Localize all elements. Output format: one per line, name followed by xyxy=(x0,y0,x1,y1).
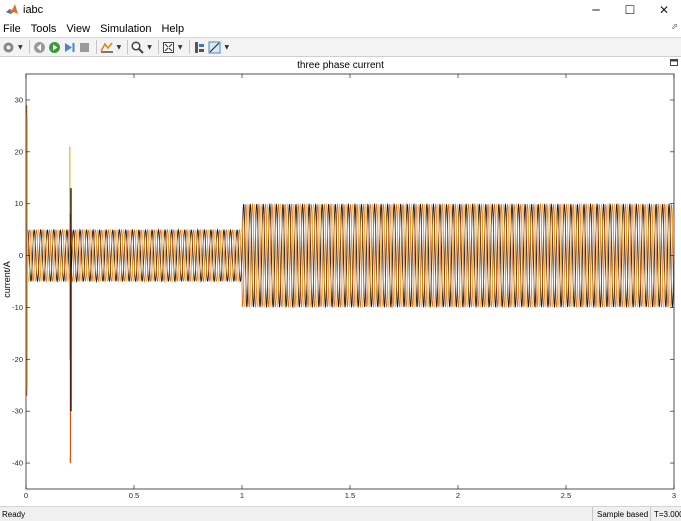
x-tick-label: 0.5 xyxy=(129,491,139,500)
settings-icon xyxy=(3,42,14,52)
sample-mode-label: Sample based xyxy=(592,507,648,521)
x-tick-label: 3 xyxy=(672,491,676,500)
menu-tools[interactable]: Tools xyxy=(27,23,61,35)
y-tick-label: 20 xyxy=(15,147,23,156)
window-controls: ─ ☐ ✕ xyxy=(579,0,681,20)
menu-simulation[interactable]: Simulation xyxy=(96,23,155,35)
undock-icon[interactable] xyxy=(670,59,678,66)
close-button[interactable]: ✕ xyxy=(647,0,681,20)
step-back-icon xyxy=(33,41,45,53)
x-tick-label: 1 xyxy=(240,491,244,500)
window-title-bar: iabc ─ ☐ ✕ xyxy=(0,0,681,20)
pin-icon[interactable]: ⬀ xyxy=(671,22,678,31)
y-tick-label: -20 xyxy=(12,355,23,364)
zoom-dropdown-icon[interactable]: ▼ xyxy=(147,44,152,51)
y-tick-label: 30 xyxy=(15,95,23,104)
scope-display[interactable]: 0 0.5 1 1.5 2 2.5 3 30 20 10 0 -10 -20 -30 -40 current/… xyxy=(0,57,681,506)
menu-view[interactable]: View xyxy=(62,23,94,35)
highlight-icon xyxy=(99,42,113,53)
cursor-measure-icon xyxy=(194,41,204,53)
step-back-button[interactable] xyxy=(33,39,46,55)
status-text: Ready xyxy=(2,510,26,519)
run-icon xyxy=(48,41,60,53)
trigger-button[interactable] xyxy=(208,39,222,55)
menu-bar: File Tools View Simulation Help ⬀ xyxy=(0,20,681,37)
simulation-time-label: T=3.000 xyxy=(650,507,681,521)
menu-help[interactable]: Help xyxy=(157,23,188,35)
x-tick-label: 2.5 xyxy=(561,491,571,500)
zoom-icon xyxy=(131,40,144,54)
plot-title: three phase current xyxy=(297,60,384,71)
fit-view-dropdown-icon[interactable]: ▼ xyxy=(178,44,183,51)
settings-button[interactable] xyxy=(2,39,15,55)
fit-view-button[interactable] xyxy=(162,39,175,55)
highlight-dropdown-icon[interactable]: ▼ xyxy=(117,44,122,51)
x-tick-label: 1.5 xyxy=(345,491,355,500)
y-tick-label: -30 xyxy=(12,407,23,416)
three-phase-current-plot[interactable]: 0 0.5 1 1.5 2 2.5 3 30 20 10 0 -10 -20 -30 -40 current/… xyxy=(0,57,681,506)
toolbar-divider xyxy=(188,40,190,54)
menu-file[interactable]: File xyxy=(0,23,25,35)
axes-box xyxy=(25,73,675,490)
toolbar-divider xyxy=(157,40,159,54)
fit-view-icon xyxy=(162,41,174,53)
window-title: iabc xyxy=(23,4,44,16)
zoom-button[interactable] xyxy=(131,39,144,55)
toolbar-divider xyxy=(127,40,129,54)
y-tick-label: -10 xyxy=(12,303,23,312)
step-forward-icon xyxy=(64,42,75,52)
matlab-logo-icon xyxy=(6,4,18,14)
y-tick-label: -40 xyxy=(12,459,23,468)
y-tick-label: 0 xyxy=(19,251,23,260)
trigger-dropdown-icon[interactable]: ▼ xyxy=(225,44,230,51)
toolbar-divider xyxy=(28,40,30,54)
status-bar: Ready Sample based T=3.000 xyxy=(0,506,681,521)
toolbar: ▼ ▼ ▼ ▼ ▼ xyxy=(0,37,681,57)
y-axis-label: current/A xyxy=(2,261,12,298)
x-tick-label: 0 xyxy=(24,491,28,500)
step-forward-button[interactable] xyxy=(63,39,76,55)
stop-button[interactable] xyxy=(78,39,91,55)
toolbar-divider xyxy=(95,40,97,54)
stop-icon xyxy=(79,42,89,52)
maximize-button[interactable]: ☐ xyxy=(613,0,647,20)
trigger-icon xyxy=(208,41,220,53)
cursor-measure-button[interactable] xyxy=(193,39,206,55)
run-button[interactable] xyxy=(48,39,61,55)
minimize-button[interactable]: ─ xyxy=(579,0,613,20)
y-tick-label: 10 xyxy=(15,199,23,208)
settings-dropdown-icon[interactable]: ▼ xyxy=(18,44,23,51)
highlight-button[interactable] xyxy=(99,39,114,55)
x-tick-label: 2 xyxy=(456,491,460,500)
